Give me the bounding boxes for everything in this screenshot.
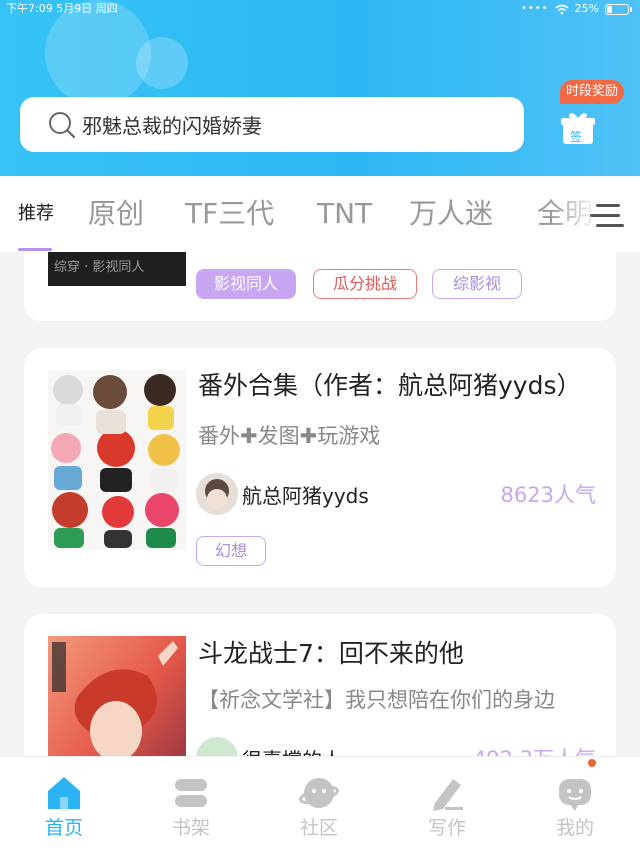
decorative-bubble <box>136 37 188 89</box>
notification-dot <box>588 759 596 767</box>
profile-icon <box>559 779 591 811</box>
book-title[interactable]: 斗龙战士7：回不来的他 <box>198 634 598 670</box>
tag-fantasy[interactable]: 幻想 <box>196 536 266 566</box>
book-cover: 综穿 · 影视同人 <box>48 252 186 286</box>
battery-tip <box>630 6 632 12</box>
nav-community[interactable]: 社区 <box>274 757 364 853</box>
popularity-count: 492.3万人气 <box>473 743 596 756</box>
book-description: 番外✚发图✚玩游戏 <box>198 424 381 448</box>
write-icon <box>433 779 463 811</box>
tag-challenge[interactable]: 瓜分挑战 <box>313 269 417 299</box>
cover-caption: 综穿 · 影视同人 <box>54 260 145 275</box>
search-bar[interactable]: 邪魅总裁的闪婚娇妻 <box>20 97 524 152</box>
battery-percent: 25% <box>574 2 599 15</box>
bottom-navigation: 首页 书架 社区 写作 我的 <box>0 756 640 853</box>
book-description: 【祈念文学社】我只想陪在你们的身边 <box>198 688 555 712</box>
app-header: 下午7:09 5月9日 周四 •••• 25% 邪魅总裁的闪婚娇妻 时段奖励 签 <box>0 0 640 176</box>
author-name[interactable]: 很喜撑的人 <box>242 744 342 757</box>
author-avatar[interactable] <box>196 737 238 756</box>
author-row: 航总阿猪yyds 8623人气 <box>196 472 596 516</box>
tab-tf-third-gen[interactable]: TF三代 <box>185 176 274 252</box>
menu-icon[interactable] <box>590 200 626 232</box>
nav-profile[interactable]: 我的 <box>530 757 620 853</box>
nav-bookshelf[interactable]: 书架 <box>146 757 236 853</box>
anime-boy-illustration <box>48 636 186 756</box>
search-placeholder: 邪魅总裁的闪婚娇妻 <box>82 114 262 138</box>
active-tab-indicator <box>18 248 52 251</box>
author-name[interactable]: 航总阿猪yyds <box>242 480 369 509</box>
book-feed: 综穿 · 影视同人 影视同人 瓜分挑战 综影视 番外合集（作者：航总阿猪yyds… <box>0 252 640 756</box>
chibi-characters-illustration <box>48 370 186 550</box>
signal-icon: •••• <box>520 3 549 14</box>
nav-home[interactable]: 首页 <box>19 757 109 853</box>
author-row: 很喜撑的人 492.3万人气 <box>196 736 596 756</box>
timed-reward-button[interactable]: 时段奖励 签 <box>558 80 630 150</box>
battery-icon <box>605 3 629 15</box>
book-card[interactable]: 斗龙战士7：回不来的他 【祈念文学社】我只想陪在你们的身边 很喜撑的人 492.… <box>24 614 616 756</box>
nav-home-label: 首页 <box>44 817 83 839</box>
category-tab-bar: 推荐 原创 TF三代 TNT 万人迷 全明 <box>0 176 640 252</box>
bookshelf-icon <box>175 779 207 807</box>
book-card[interactable]: 综穿 · 影视同人 影视同人 瓜分挑战 综影视 <box>24 252 616 321</box>
wifi-icon <box>555 4 569 14</box>
nav-write-label: 写作 <box>427 817 466 839</box>
reward-badge: 时段奖励 <box>560 80 625 104</box>
home-icon <box>48 777 80 809</box>
nav-write[interactable]: 写作 <box>402 757 492 853</box>
status-time-date: 下午7:09 5月9日 周四 <box>6 2 118 15</box>
sign-label: 签 <box>570 130 583 144</box>
tab-recommend[interactable]: 推荐 <box>18 176 54 252</box>
book-title[interactable]: 番外合集（作者：航总阿猪yyds） <box>198 366 598 402</box>
popularity-count: 8623人气 <box>500 483 596 507</box>
author-avatar[interactable] <box>196 473 238 515</box>
book-cover <box>48 636 186 756</box>
nav-profile-label: 我的 <box>555 817 594 839</box>
nav-community-label: 社区 <box>299 817 338 839</box>
nav-bookshelf-label: 书架 <box>171 817 210 839</box>
status-indicators: •••• 25% <box>521 0 632 18</box>
book-card[interactable]: 番外合集（作者：航总阿猪yyds） 番外✚发图✚玩游戏 航总阿猪yyds 862… <box>24 348 616 587</box>
tag-tv-film[interactable]: 综影视 <box>432 269 522 299</box>
tab-original[interactable]: 原创 <box>88 176 144 252</box>
community-icon <box>299 778 339 808</box>
tag-film-fanfic[interactable]: 影视同人 <box>196 269 296 299</box>
tab-tnt[interactable]: TNT <box>317 176 372 252</box>
status-bar: 下午7:09 5月9日 周四 •••• 25% <box>0 0 640 18</box>
tab-everyones-darling[interactable]: 万人迷 <box>409 176 493 252</box>
book-cover <box>48 370 186 550</box>
